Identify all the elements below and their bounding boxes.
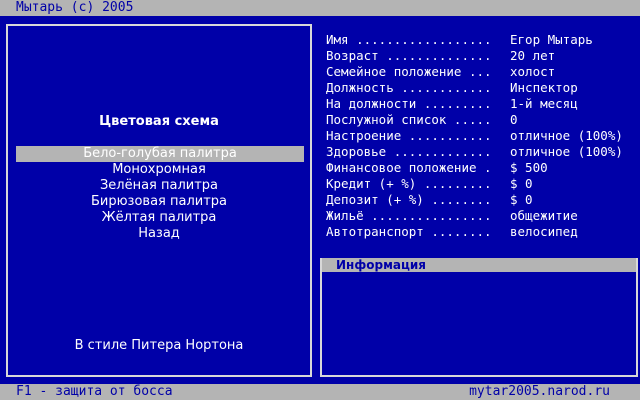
color-scheme-panel: Цветовая схема Бело-голубая палитра Моно… [6, 24, 312, 377]
stat-row-age: Возраст .............. 20 лет [326, 48, 638, 64]
stat-value: 20 лет [510, 48, 556, 63]
stat-label: Финансовое положение . [326, 160, 492, 175]
stat-row-tenure: На должности ......... 1-й месяц [326, 96, 638, 112]
stat-value: $ 0 [510, 176, 533, 191]
stat-label: Имя .................. [326, 32, 492, 47]
stat-row-deposit: Депозит (+ %) ........ $ 0 [326, 192, 638, 208]
menu-item-turquoise[interactable]: Бирюзовая палитра [8, 194, 310, 210]
stat-row-transport: Автотранспорт ........ велосипед [326, 224, 638, 240]
stat-label: Должность ............ [326, 80, 492, 95]
boss-key-hint[interactable]: F1 - защита от босса [16, 384, 173, 400]
stat-label: Автотранспорт ........ [326, 224, 492, 239]
stat-label: На должности ......... [326, 96, 492, 111]
stat-value: отличное (100%) [510, 128, 623, 143]
stat-value: 1-й месяц [510, 96, 578, 111]
stat-value: Инспектор [510, 80, 578, 95]
stat-row-marital: Семейное положение ... холост [326, 64, 638, 80]
stat-row-record: Послужной список ..... 0 [326, 112, 638, 128]
stat-label: Послужной список ..... [326, 112, 492, 127]
stat-label: Возраст .............. [326, 48, 492, 63]
stat-row-mood: Настроение ........... отличное (100%) [326, 128, 638, 144]
stat-value: 0 [510, 112, 518, 127]
stat-value: $ 0 [510, 192, 533, 207]
stat-value: общежитие [510, 208, 578, 223]
stat-label: Жильё ................ [326, 208, 492, 223]
menu-item-green[interactable]: Зелёная палитра [8, 178, 310, 194]
style-note: В стиле Питера Нортона [74, 338, 244, 353]
color-scheme-menu: Бело-голубая палитра Монохромная Зелёная… [8, 146, 310, 242]
info-header: Информация [322, 258, 636, 272]
section-title: Цветовая схема [99, 114, 219, 129]
stat-value: $ 500 [510, 160, 548, 175]
stat-row-housing: Жильё ................ общежитие [326, 208, 638, 224]
stat-label: Настроение ........... [326, 128, 492, 143]
menu-item-yellow[interactable]: Жёлтая палитра [8, 210, 310, 226]
stat-row-finances: Финансовое положение . $ 500 [326, 160, 638, 176]
stat-row-position: Должность ............ Инспектор [326, 80, 638, 96]
menu-item-back[interactable]: Назад [8, 226, 310, 242]
menu-item-white-blue[interactable]: Бело-голубая палитра [16, 146, 304, 162]
stat-value: велосипед [510, 224, 578, 239]
title-bar: Мытарь (c) 2005 [0, 0, 640, 16]
app-title: Мытарь (c) 2005 [16, 0, 134, 15]
stat-label: Депозит (+ %) ........ [326, 192, 492, 207]
stat-value: Егор Мытарь [510, 32, 593, 47]
info-panel: Информация [320, 258, 638, 377]
stat-label: Здоровье ............. [326, 144, 492, 159]
stat-label: Семейное положение ... [326, 64, 492, 79]
status-bar: F1 - защита от босса mytar2005.narod.ru [0, 384, 640, 400]
stat-row-health: Здоровье ............. отличное (100%) [326, 144, 638, 160]
stat-row-name: Имя .................. Егор Мытарь [326, 32, 638, 48]
stat-value: холост [510, 64, 556, 79]
site-link[interactable]: mytar2005.narod.ru [469, 384, 610, 400]
menu-item-monochrome[interactable]: Монохромная [8, 162, 310, 178]
stats-list: Имя .................. Егор Мытарь Возрас… [326, 32, 638, 240]
character-stats-panel: Имя .................. Егор Мытарь Возрас… [320, 24, 638, 248]
stat-value: отличное (100%) [510, 144, 623, 159]
stat-row-credit: Кредит (+ %) ......... $ 0 [326, 176, 638, 192]
stat-label: Кредит (+ %) ......... [326, 176, 492, 191]
